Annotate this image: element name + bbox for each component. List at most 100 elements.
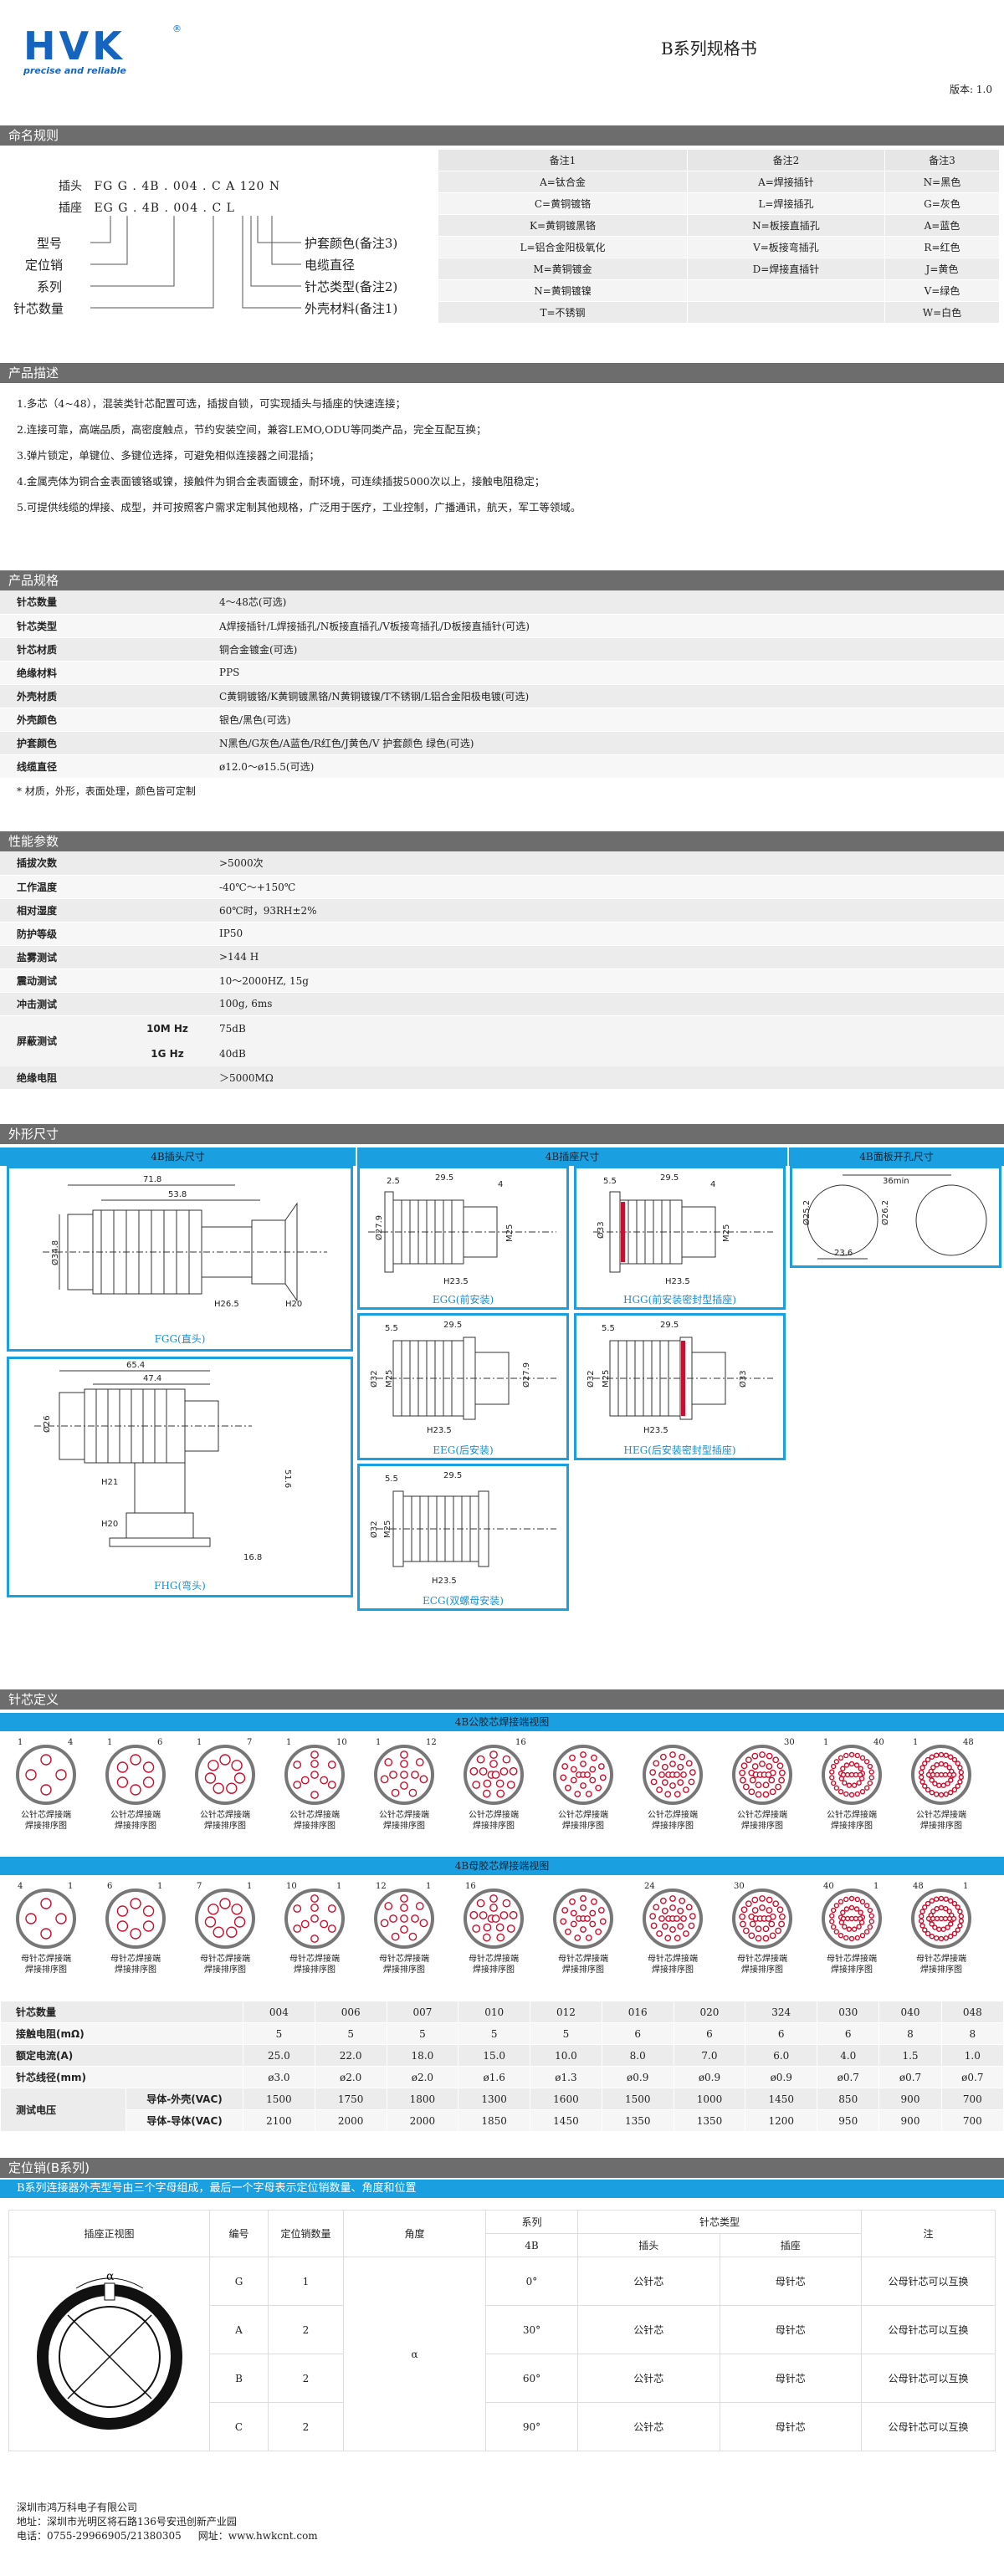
female-bar: 4B母胶芯焊接端视图 <box>0 1857 1004 1875</box>
female-pin-row: 4 1 母针芯焊接端 焊接排序图 6 1 母针芯焊接端 焊接排序图 7 1 母针芯焊接端 焊接排序图 1… <box>0 1875 1004 2001</box>
pin-contact <box>384 1902 393 1910</box>
pin-contact <box>842 1924 848 1929</box>
pin-contact <box>293 1761 302 1769</box>
fgg-drawing: 71.8 53.8 Ø34.8 H26.5 H20 <box>43 1175 327 1309</box>
notes-cell: T=不锈钢 <box>438 301 688 324</box>
shield-value: 75dB <box>209 1015 1004 1041</box>
pin-contact <box>848 1761 855 1767</box>
pin-table-cell: 8 <box>878 2022 942 2045</box>
pin-layout-female: 40 1 母针芯焊接端 焊接排序图 <box>810 1880 894 1975</box>
pin-contact <box>739 1769 746 1776</box>
heg-dim-3: M25 <box>602 1370 611 1388</box>
pin-table-cell: 5 <box>458 2022 531 2045</box>
pin-contact <box>938 1915 945 1922</box>
drawing-heg: 5.5 29.5 Ø32 M25 Ø33 H23.5 HEG(后安装密封型插座) <box>574 1313 786 1460</box>
pin-contact <box>748 1788 756 1796</box>
shield-table: 屏蔽测试 10M Hz 75dB 1G Hz 40dB <box>0 1015 1004 1066</box>
pin-contact <box>408 1932 417 1941</box>
drawing-egg: 2.5 29.5 4 Ø27.9 M25 H23.5 EGG(前安装) <box>357 1166 569 1310</box>
pin-contact <box>495 1779 505 1788</box>
pin-table-cell: 048 <box>940 2001 1004 2023</box>
loc-plug: 公针芯 <box>577 2305 720 2354</box>
dim-bar-plug: 4B插头尺寸 <box>0 1147 356 1166</box>
loc-header: 插座正视图 <box>8 2210 210 2257</box>
pin-contact <box>778 1769 786 1776</box>
hgg-dim-3: Ø33 <box>596 1221 606 1239</box>
pin-contact <box>776 1906 784 1914</box>
pin-contact <box>653 1904 660 1911</box>
pin-caption: 焊接排序图 <box>562 1822 604 1831</box>
pin-contact <box>957 1909 963 1914</box>
pin-contact <box>489 1904 498 1912</box>
notes-cell: A=钛合金 <box>438 171 688 193</box>
eeg-dim-1: 29.5 <box>443 1321 462 1330</box>
pin-contact <box>310 1791 319 1799</box>
pin-table-cell: 2000 <box>386 2109 459 2132</box>
pin-contact <box>560 1918 567 1925</box>
notes-cell: N=黄铜镀镍 <box>438 279 688 302</box>
pin-table-cell: 007 <box>386 2001 459 2023</box>
pin-contact <box>762 1781 770 1789</box>
pin-contact <box>919 1909 925 1914</box>
pin-contact <box>745 1756 752 1764</box>
section-title: 针芯定义 <box>0 1689 1004 1710</box>
pin-table-cell: 4.0 <box>817 2044 880 2067</box>
pin-contact <box>938 1761 945 1767</box>
notes-cell <box>687 301 885 324</box>
ecg-drawing: 5.5 29.5 Ø32 M25 H23.5 <box>369 1471 556 1586</box>
pin-table-cell: 1350 <box>601 2109 674 2132</box>
pin-contact <box>843 1935 849 1941</box>
pin-contact <box>934 1905 940 1912</box>
pin-contact <box>580 1895 587 1902</box>
spec-key: 相对湿度 <box>0 898 209 923</box>
pin-contact <box>564 1784 571 1791</box>
pin-contact <box>762 1935 770 1942</box>
pin-contact <box>656 1786 663 1793</box>
pin-layout-male: 1 4 公针芯焊接端 焊接排序图 <box>4 1736 88 1832</box>
pin-contact <box>838 1899 844 1905</box>
pin-contact <box>772 1900 780 1908</box>
loc-count: 1 <box>268 2257 344 2306</box>
pin-contact <box>938 1771 945 1778</box>
pin-contact <box>669 1895 676 1902</box>
pin-contact <box>929 1754 935 1760</box>
pin-contact <box>851 1926 858 1932</box>
pin-contact <box>843 1906 850 1912</box>
pin-contact <box>415 1902 424 1910</box>
pin-contact <box>310 1894 319 1903</box>
pin-contact <box>742 1927 750 1935</box>
ecg-dim-0: 5.5 <box>385 1475 398 1484</box>
section-title: 命名规则 <box>0 125 1004 146</box>
pin-contact <box>570 1920 577 1928</box>
drawing-panel: 36min Ø25.2 23.6 Ø26.2 <box>790 1166 1001 1268</box>
pin-caption: 焊接排序图 <box>920 1822 962 1831</box>
spec-key: 工作温度 <box>0 875 209 899</box>
pin-table-cell: ø0.7 <box>878 2066 942 2088</box>
pin-table-cell: 016 <box>601 2001 674 2023</box>
pin-layout-male: 公针芯焊接端 焊接排序图 <box>541 1736 625 1832</box>
pin-contact <box>469 1766 479 1776</box>
spec-value: -40℃～+150℃ <box>209 875 1004 899</box>
pin-contact <box>934 1915 940 1922</box>
pin-contact <box>833 1903 840 1909</box>
pin-contact <box>574 1935 581 1941</box>
pin-caption: 焊接排序图 <box>562 1965 604 1975</box>
loc-code: G <box>209 2257 269 2306</box>
pin-contact <box>400 1781 408 1790</box>
notes-cell: L=铝合金阳极氧化 <box>438 236 688 258</box>
pin-table-cell: 18.0 <box>386 2044 459 2067</box>
pin-contact <box>506 1781 515 1789</box>
pin-contact <box>951 1900 958 1907</box>
pin-contact <box>482 1933 491 1942</box>
spec-key: 线缆直径 <box>0 754 209 779</box>
right-label-3: 外壳材料(备注1) <box>305 301 398 316</box>
drawing-fgg: 71.8 53.8 Ø34.8 H26.5 H20 FGG(直头) <box>7 1166 353 1352</box>
pin-number-label: 6 <box>107 1882 112 1891</box>
pin-contact <box>934 1752 940 1758</box>
pin-table-cell: ø2.0 <box>386 2066 459 2088</box>
pin-table-cell: 8.0 <box>601 2044 674 2067</box>
pin-contact <box>766 1896 773 1904</box>
pin-contact <box>942 1915 949 1922</box>
pin-contact <box>838 1932 844 1939</box>
logo: HVK ® precise and reliable <box>23 23 182 76</box>
